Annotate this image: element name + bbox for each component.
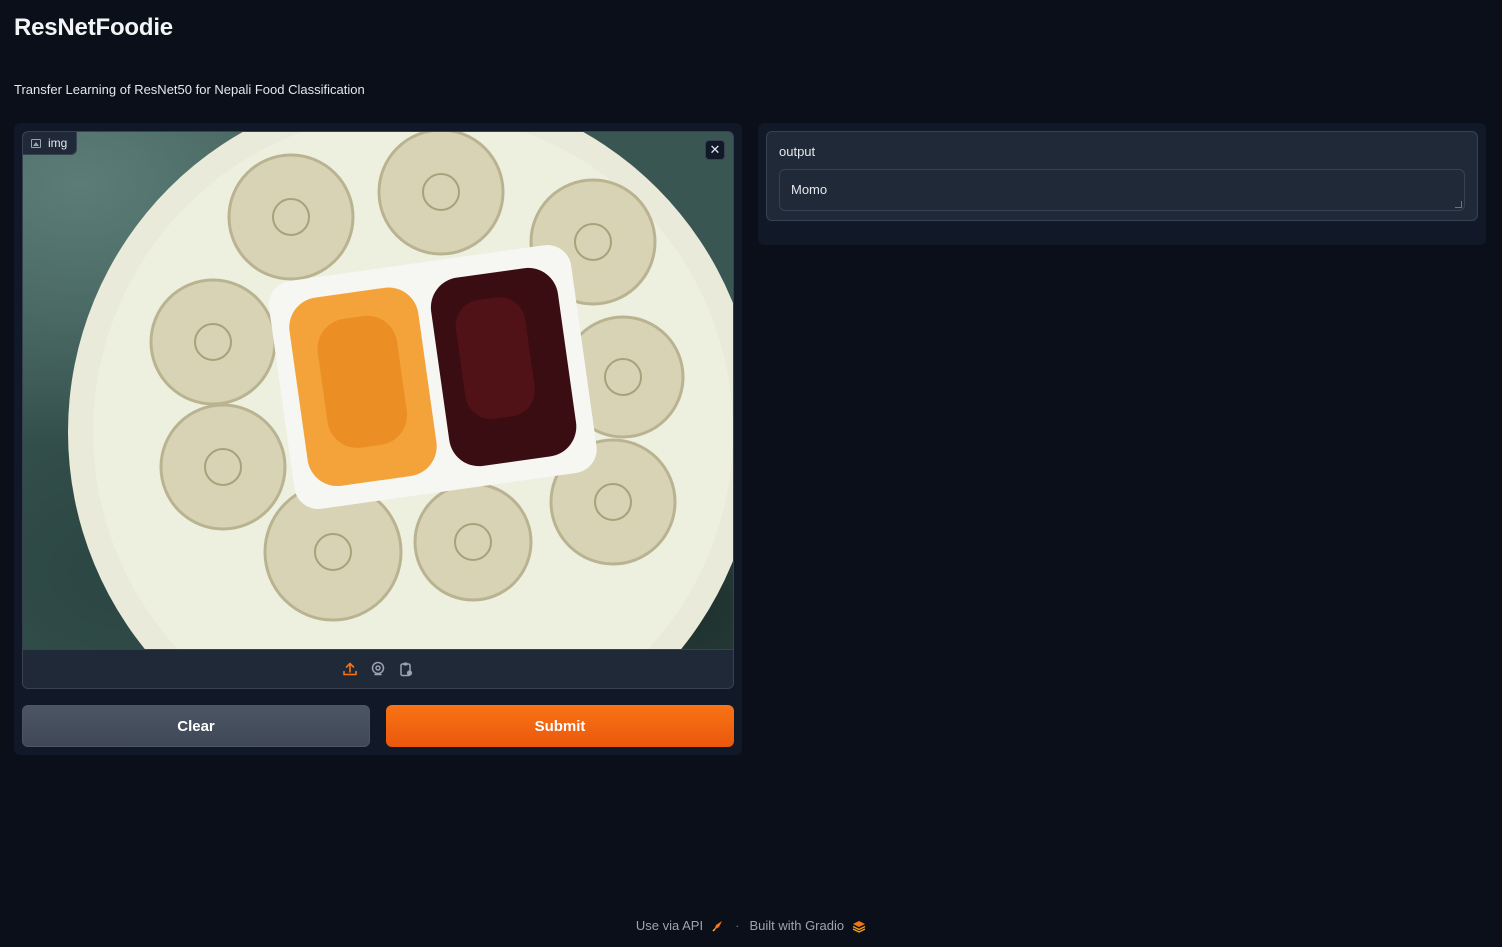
app-description: Transfer Learning of ResNet50 for Nepali…	[14, 82, 365, 97]
image-input[interactable]: img ✕	[22, 131, 734, 689]
uploaded-image[interactable]	[23, 132, 733, 649]
upload-icon[interactable]	[342, 661, 358, 677]
use-api-link[interactable]: Use via API	[636, 918, 703, 933]
webcam-icon[interactable]	[370, 661, 386, 677]
output-value: Momo	[791, 182, 828, 197]
output-block: output Momo	[766, 131, 1478, 221]
resize-handle[interactable]	[1455, 201, 1462, 208]
built-with-gradio-link[interactable]: Built with Gradio	[749, 918, 844, 933]
footer-separator: ·	[735, 918, 740, 933]
output-label: output	[779, 144, 816, 159]
footer: Use via API · Built with Gradio	[0, 918, 1502, 933]
gradio-logo-icon	[852, 920, 866, 933]
image-input-label: img	[23, 132, 78, 155]
image-input-label-text: img	[48, 136, 68, 150]
output-panel: output Momo	[758, 123, 1486, 245]
image-source-toolbar	[23, 649, 733, 688]
clear-button[interactable]: Clear	[22, 705, 370, 747]
app-title: ResNetFoodie	[14, 14, 173, 41]
momo-photo	[68, 132, 733, 649]
clipboard-icon[interactable]	[398, 661, 414, 677]
submit-button[interactable]: Submit	[386, 705, 734, 747]
output-textbox[interactable]: Momo	[779, 169, 1465, 211]
image-icon	[31, 138, 41, 148]
rocket-icon	[712, 920, 723, 932]
input-panel: img ✕ Clear Submit	[14, 123, 742, 755]
close-icon[interactable]: ✕	[705, 140, 725, 160]
